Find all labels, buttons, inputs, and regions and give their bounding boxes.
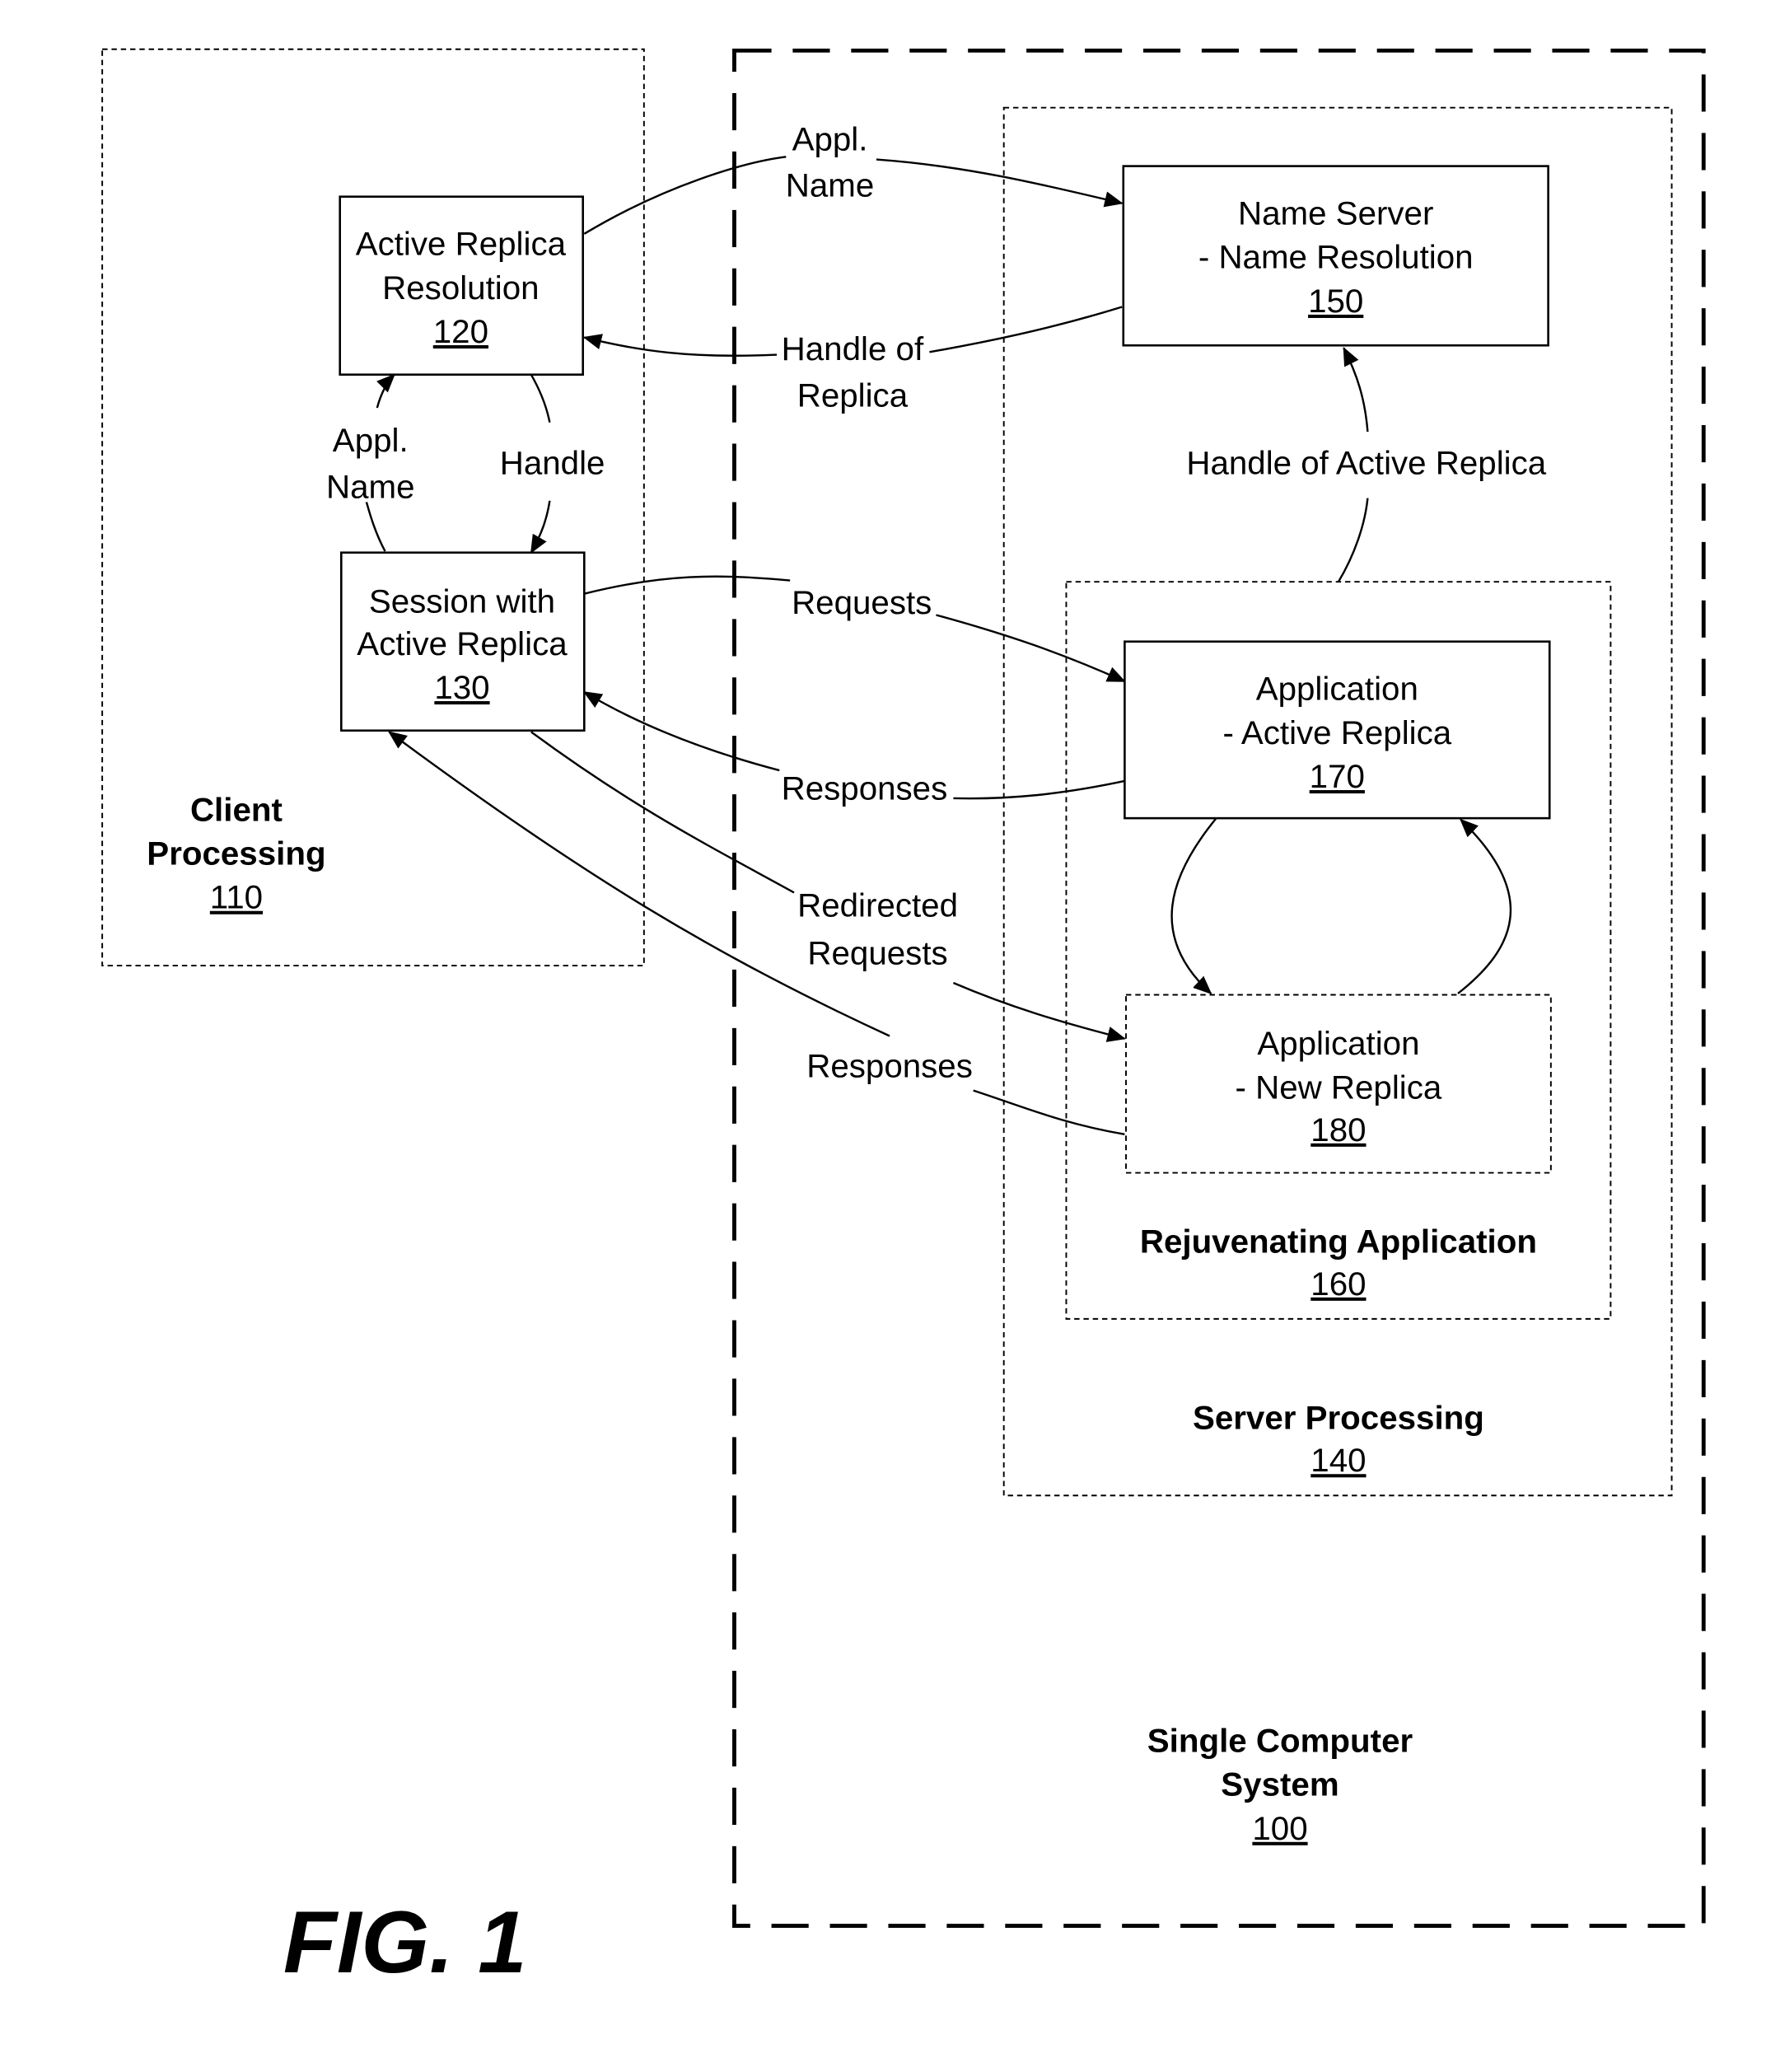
- connector-label: Responses: [782, 770, 948, 807]
- appl-name-arrow: [876, 158, 1124, 208]
- handle-of-active-replica-arrow: [1343, 347, 1369, 433]
- container-title: Single Computer: [1147, 1722, 1413, 1759]
- name-server-block[interactable]: Name Server - Name Resolution 150: [1122, 165, 1549, 347]
- handle-internal-connector: [530, 374, 551, 423]
- replica-transfer-arrow-down: [1170, 817, 1217, 995]
- system-diagram: Active Replica Resolution 120 Session wi…: [101, 48, 1706, 1991]
- connector-label: Appl.: [792, 120, 868, 157]
- connector-label: Handle of: [782, 330, 924, 367]
- block-label: Session with: [369, 582, 555, 620]
- block-label: - New Replica: [1236, 1069, 1442, 1106]
- block-label: Active Replica: [357, 625, 568, 662]
- reference-number: 110: [210, 879, 263, 916]
- handle-of-active-replica-connector: [1337, 498, 1369, 582]
- block-label: Application: [1257, 1025, 1419, 1062]
- connector-label: Handle: [500, 445, 605, 482]
- reference-number: 100: [1252, 1810, 1307, 1847]
- appl-name-internal-connector: [365, 502, 386, 552]
- block-label: Name Server: [1238, 195, 1433, 232]
- handle-of-replica-arrow: [582, 334, 778, 357]
- container-title: Rejuvenating Application: [1140, 1223, 1537, 1260]
- connector-label: Name: [326, 469, 414, 506]
- session-with-active-replica-block[interactable]: Session with Active Replica 130: [340, 551, 586, 732]
- reference-number: 130: [434, 669, 489, 706]
- responses-active-connector-right: [953, 779, 1125, 800]
- reference-number: 140: [1310, 1442, 1366, 1479]
- connector-label: Responses: [806, 1047, 973, 1084]
- figure-label: FIG. 1: [283, 1893, 527, 1991]
- block-label: Resolution: [382, 269, 539, 306]
- container-title: System: [1221, 1766, 1339, 1803]
- reference-number: 170: [1310, 758, 1365, 795]
- connector-label: Redirected: [797, 886, 958, 924]
- container-title: Processing: [147, 835, 325, 872]
- requests-connector-left: [584, 575, 791, 595]
- connector-label: Requests: [807, 934, 947, 971]
- reference-number: 160: [1310, 1265, 1366, 1303]
- connector-label: Replica: [797, 377, 909, 414]
- reference-number: 120: [433, 313, 488, 350]
- client-processing-container: [101, 48, 645, 967]
- container-title: Server Processing: [1193, 1400, 1484, 1437]
- application-active-replica-block[interactable]: Application - Active Replica 170: [1124, 640, 1551, 820]
- container-title: Client: [190, 791, 283, 828]
- redirected-requests-connector-left: [530, 731, 795, 894]
- handle-of-replica-connector-right: [929, 306, 1123, 353]
- block-label: - Name Resolution: [1198, 239, 1474, 276]
- connector-label: Requests: [792, 584, 932, 621]
- responses-active-arrow: [582, 690, 780, 772]
- redirected-requests-arrow: [952, 981, 1126, 1042]
- block-label: Application: [1256, 671, 1418, 708]
- replica-transfer-arrow-up: [1457, 818, 1512, 994]
- application-new-replica-block[interactable]: Application - New Replica 180: [1125, 994, 1552, 1174]
- handle-internal-arrow: [530, 500, 551, 554]
- block-label: - Active Replica: [1222, 714, 1451, 751]
- reference-number: 180: [1310, 1111, 1366, 1148]
- block-label: Active Replica: [356, 226, 567, 263]
- reference-number: 150: [1308, 283, 1363, 320]
- responses-new-connector-right: [973, 1089, 1125, 1135]
- connector-label: Appl.: [333, 422, 409, 459]
- active-replica-resolution-block[interactable]: Active Replica Resolution 120: [339, 195, 584, 376]
- requests-arrow: [936, 614, 1126, 683]
- connector-label: Name: [786, 167, 875, 204]
- appl-name-internal-arrow: [376, 373, 395, 409]
- connector-label: Handle of Active Replica: [1186, 445, 1546, 482]
- appl-name-connector-left: [583, 156, 787, 235]
